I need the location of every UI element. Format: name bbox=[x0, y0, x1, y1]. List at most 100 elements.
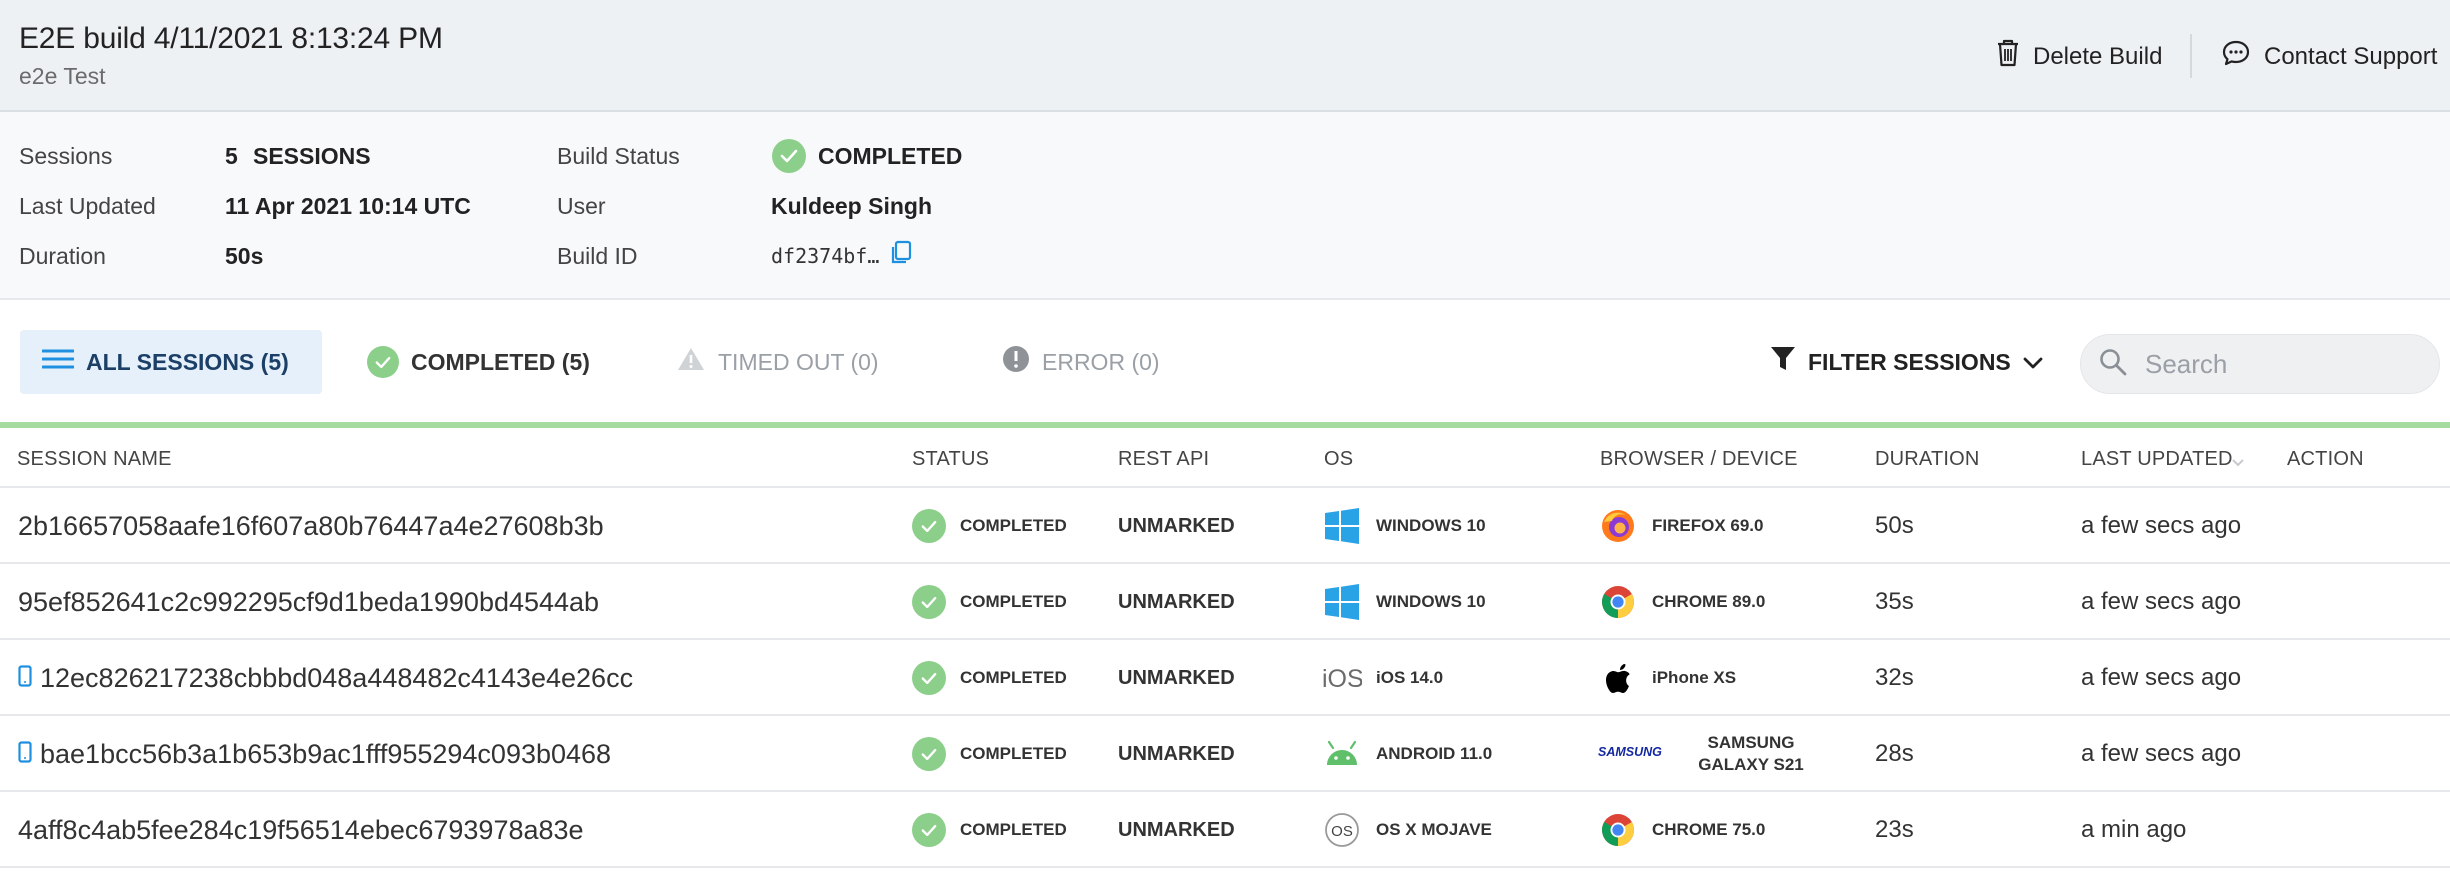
tab-completed[interactable]: COMPLETED (5) bbox=[345, 330, 612, 394]
last-updated-label: Last Updated bbox=[19, 193, 156, 219]
os-value: ANDROID 11.0 bbox=[1376, 744, 1493, 763]
tab-timed-out[interactable]: TIMED OUT (0) bbox=[654, 330, 901, 394]
build-header: E2E build 4/11/2021 8:13:24 PM e2e Test … bbox=[0, 0, 2450, 112]
duration-cell: 23s bbox=[1875, 792, 1914, 868]
warning-icon bbox=[676, 346, 706, 378]
svg-text:OS: OS bbox=[1331, 823, 1353, 840]
session-name[interactable]: 95ef852641c2c992295cf9d1beda1990bd4544ab bbox=[18, 587, 599, 618]
os-cell: WINDOWS 10 bbox=[1322, 564, 1486, 640]
chrome-icon bbox=[1598, 584, 1638, 620]
rest-api-cell: UNMARKED bbox=[1118, 716, 1235, 792]
session-name[interactable]: 2b16657058aafe16f607a80b76447a4e27608b3b bbox=[18, 511, 604, 542]
sessions-count: 5 bbox=[225, 143, 238, 169]
samsung-logo: SAMSUNG bbox=[1598, 744, 1662, 765]
last-updated-cell: a few secs ago bbox=[2081, 716, 2241, 792]
last-updated-value: 11 Apr 2021 10:14 UTC bbox=[225, 193, 471, 219]
os-cell: ANDROID 11.0 bbox=[1322, 716, 1492, 792]
rest-api-cell: UNMARKED bbox=[1118, 640, 1235, 716]
build-id: df2374bf… bbox=[771, 240, 913, 271]
browser-cell: CHROME 89.0 bbox=[1598, 564, 1765, 640]
browser-cell: SAMSUNG SAMSUNG GALAXY S21 bbox=[1598, 716, 1826, 792]
build-info-panel: Sessions 5 SESSIONS Last Updated 11 Apr … bbox=[0, 112, 2450, 300]
duration-value: 23s bbox=[1875, 816, 1914, 843]
build-status-value: COMPLETED bbox=[818, 142, 963, 169]
status-cell: COMPLETED bbox=[912, 564, 1067, 640]
table-row[interactable]: 95ef852641c2c992295cf9d1beda1990bd4544ab… bbox=[0, 564, 2450, 640]
col-browser-device[interactable]: BROWSER / DEVICE bbox=[1600, 448, 1798, 471]
status-cell: COMPLETED bbox=[912, 716, 1067, 792]
windows-icon bbox=[1322, 584, 1362, 620]
duration-value: 50s bbox=[1875, 512, 1914, 539]
contact-support-label: Contact Support bbox=[2264, 42, 2438, 70]
col-rest-api[interactable]: REST API bbox=[1118, 448, 1209, 471]
col-status[interactable]: STATUS bbox=[912, 448, 989, 471]
table-row[interactable]: 12ec826217238cbbbd048a448482c4143e4e26cc… bbox=[0, 640, 2450, 716]
hamburger-icon bbox=[41, 348, 75, 376]
table-header: SESSION NAME STATUS REST API OS BROWSER … bbox=[0, 428, 2450, 488]
rest-api-value: UNMARKED bbox=[1118, 590, 1235, 613]
tab-timed-out-label: TIMED OUT (0) bbox=[718, 348, 879, 375]
tab-error[interactable]: ERROR (0) bbox=[980, 330, 1182, 394]
col-duration[interactable]: DURATION bbox=[1875, 448, 1980, 471]
delete-build-button[interactable]: Delete Build bbox=[1995, 38, 2162, 75]
col-action: ACTION bbox=[2287, 448, 2364, 470]
session-name[interactable]: 12ec826217238cbbbd048a448482c4143e4e26cc bbox=[40, 663, 633, 694]
last-updated-cell: a min ago bbox=[2081, 792, 2186, 868]
check-circle-icon bbox=[912, 737, 946, 771]
sessions-label: Sessions bbox=[19, 143, 113, 169]
os-value: WINDOWS 10 bbox=[1376, 516, 1486, 535]
last-updated-value: a few secs ago bbox=[2081, 740, 2242, 767]
table-row[interactable]: bae1bcc56b3a1b653b9ac1fff955294c093b0468… bbox=[0, 716, 2450, 792]
rest-api-value: UNMARKED bbox=[1118, 514, 1235, 537]
col-os[interactable]: OS bbox=[1324, 448, 1353, 471]
rest-api-value: UNMARKED bbox=[1118, 818, 1235, 841]
os-value: OS X MOJAVE bbox=[1376, 820, 1492, 839]
col-last-updated[interactable]: LAST UPDATED bbox=[2081, 448, 2233, 471]
sort-arrow-icon[interactable] bbox=[2232, 454, 2244, 472]
build-status: COMPLETED bbox=[772, 139, 962, 173]
last-updated-value: a few secs ago bbox=[2081, 664, 2242, 691]
rest-api-value: UNMARKED bbox=[1118, 742, 1235, 765]
browser-value: CHROME 75.0 bbox=[1652, 820, 1766, 839]
os-value: iOS 14.0 bbox=[1376, 668, 1444, 687]
trash-icon bbox=[1995, 38, 2021, 75]
filter-sessions-dropdown[interactable]: FILTER SESSIONS bbox=[1770, 330, 2043, 394]
session-name-cell[interactable]: bae1bcc56b3a1b653b9ac1fff955294c093b0468 bbox=[18, 716, 611, 792]
header-divider bbox=[2190, 34, 2192, 78]
browser-cell: FIREFOX 69.0 bbox=[1598, 488, 1763, 564]
contact-support-button[interactable]: Contact Support bbox=[2220, 38, 2437, 75]
search-input[interactable] bbox=[2145, 348, 2405, 380]
status-value: COMPLETED bbox=[960, 668, 1067, 687]
session-name[interactable]: 4aff8c4ab5fee284c19f56514ebec6793978a83e bbox=[18, 815, 584, 846]
os-cell: iOS iOS 14.0 bbox=[1322, 640, 1443, 716]
last-updated-cell: a few secs ago bbox=[2081, 564, 2241, 640]
build-id-label: Build ID bbox=[557, 243, 638, 269]
session-name-cell[interactable]: 4aff8c4ab5fee284c19f56514ebec6793978a83e bbox=[18, 792, 584, 868]
col-session-name[interactable]: SESSION NAME bbox=[17, 448, 172, 471]
session-name-cell[interactable]: 95ef852641c2c992295cf9d1beda1990bd4544ab bbox=[18, 564, 599, 640]
session-name-cell[interactable]: 12ec826217238cbbbd048a448482c4143e4e26cc bbox=[18, 640, 633, 716]
android-icon bbox=[1322, 739, 1362, 769]
tab-all-sessions[interactable]: ALL SESSIONS (5) bbox=[20, 330, 322, 394]
table-row[interactable]: 2b16657058aafe16f607a80b76447a4e27608b3b… bbox=[0, 488, 2450, 564]
duration-cell: 28s bbox=[1875, 716, 1914, 792]
check-circle-icon bbox=[772, 139, 806, 173]
rest-api-cell: UNMARKED bbox=[1118, 488, 1235, 564]
status-value: COMPLETED bbox=[960, 516, 1067, 535]
check-circle-icon bbox=[912, 585, 946, 619]
chrome-icon bbox=[1598, 812, 1638, 848]
search-icon bbox=[2099, 348, 2127, 381]
check-circle-icon bbox=[912, 661, 946, 695]
tab-error-label: ERROR (0) bbox=[1042, 348, 1160, 375]
search-box bbox=[2080, 334, 2440, 394]
browser-value: CHROME 89.0 bbox=[1652, 592, 1766, 611]
copy-icon[interactable] bbox=[889, 240, 913, 271]
last-updated-value: a min ago bbox=[2081, 816, 2187, 843]
table-row[interactable]: 4aff8c4ab5fee284c19f56514ebec6793978a83e… bbox=[0, 792, 2450, 868]
session-name[interactable]: bae1bcc56b3a1b653b9ac1fff955294c093b0468 bbox=[40, 739, 611, 770]
browser-value: SAMSUNG GALAXY S21 bbox=[1698, 733, 1804, 774]
rest-api-cell: UNMARKED bbox=[1118, 564, 1235, 640]
session-name-cell[interactable]: 2b16657058aafe16f607a80b76447a4e27608b3b bbox=[18, 488, 604, 564]
chat-support-icon bbox=[2220, 38, 2252, 75]
duration-label: Duration bbox=[19, 243, 106, 269]
